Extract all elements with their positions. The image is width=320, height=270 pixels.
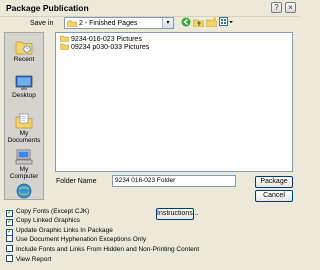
- my-documents-icon: [15, 113, 33, 129]
- place-recent[interactable]: Recent: [5, 39, 43, 63]
- option-include-hidden-content[interactable]: Include Fonts and Links From Hidden and …: [6, 245, 199, 254]
- folder-icon: [60, 35, 69, 42]
- file-name: 09234 p030-033 Pictures: [71, 44, 150, 51]
- package-button[interactable]: Package: [255, 176, 293, 188]
- option-copy-fonts[interactable]: ✓ Copy Fonts (Except CJK): [6, 207, 90, 217]
- place-my-computer[interactable]: My Computer: [5, 149, 43, 180]
- folder-name-field[interactable]: 9234 016-023 Folder: [112, 175, 236, 187]
- close-button[interactable]: ×: [285, 2, 296, 13]
- option-label: Include Fonts and Links From Hidden and …: [16, 246, 200, 253]
- place-desktop[interactable]: Desktop: [5, 75, 43, 99]
- place-label: My Computer: [9, 166, 39, 180]
- folder-name-label: Folder Name: [56, 178, 97, 185]
- option-label: Update Graphic Links In Package: [16, 227, 113, 234]
- checkbox-unchecked[interactable]: [6, 255, 13, 262]
- list-item[interactable]: 09234 p030-033 Pictures: [60, 43, 149, 51]
- desktop-icon: [15, 75, 33, 90]
- views-menu-icon[interactable]: [219, 17, 233, 28]
- option-label: Use Document Hyphenation Exceptions Only: [16, 236, 147, 243]
- option-label: View Report: [16, 256, 52, 263]
- file-list[interactable]: 9234-016-023 Pictures 09234 p030-033 Pic…: [55, 32, 293, 172]
- chevron-down-icon[interactable]: ▾: [162, 18, 173, 28]
- option-copy-linked-graphics[interactable]: ✓ Copy Linked Graphics: [6, 216, 80, 226]
- place-label: Desktop: [12, 92, 36, 99]
- my-computer-icon: [15, 149, 33, 165]
- place-label: My Documents: [7, 130, 41, 144]
- window-title: Package Publication: [6, 3, 89, 13]
- place-network[interactable]: [5, 183, 43, 200]
- option-update-graphic-links[interactable]: ✓ Update Graphic Links In Package: [6, 226, 113, 236]
- list-item[interactable]: 9234-016-023 Pictures: [60, 35, 142, 43]
- up-folder-icon[interactable]: [192, 17, 205, 28]
- file-name: 9234-016-023 Pictures: [71, 36, 142, 43]
- network-icon: [16, 183, 32, 199]
- option-hyphenation-exceptions[interactable]: Use Document Hyphenation Exceptions Only: [6, 235, 146, 244]
- places-bar: Recent Desktop My Documents My Computer: [4, 32, 44, 200]
- option-label: Copy Fonts (Except CJK): [16, 208, 90, 215]
- place-my-documents[interactable]: My Documents: [5, 113, 43, 144]
- checkbox-unchecked[interactable]: [6, 245, 13, 252]
- instructions-button[interactable]: Instructions...: [156, 208, 199, 220]
- back-icon[interactable]: [180, 17, 191, 28]
- recent-folder-icon: [15, 41, 33, 55]
- save-in-value: 2 - Finished Pages: [79, 19, 138, 27]
- cancel-button[interactable]: Cancel: [255, 190, 293, 202]
- option-view-report[interactable]: View Report: [6, 255, 51, 264]
- checkbox-unchecked[interactable]: [6, 235, 13, 242]
- option-label: Copy Linked Graphics: [16, 217, 80, 224]
- save-in-dropdown[interactable]: 2 - Finished Pages ▾: [64, 17, 174, 29]
- save-in-label: Save in: [30, 20, 54, 27]
- folder-icon: [67, 20, 77, 27]
- new-folder-icon[interactable]: [205, 17, 218, 28]
- checkbox-checked[interactable]: ✓: [6, 219, 13, 226]
- place-label: Recent: [13, 56, 35, 63]
- title-bar: Package Publication ? ×: [0, 0, 300, 17]
- folder-icon: [60, 43, 69, 50]
- help-button[interactable]: ?: [271, 2, 282, 13]
